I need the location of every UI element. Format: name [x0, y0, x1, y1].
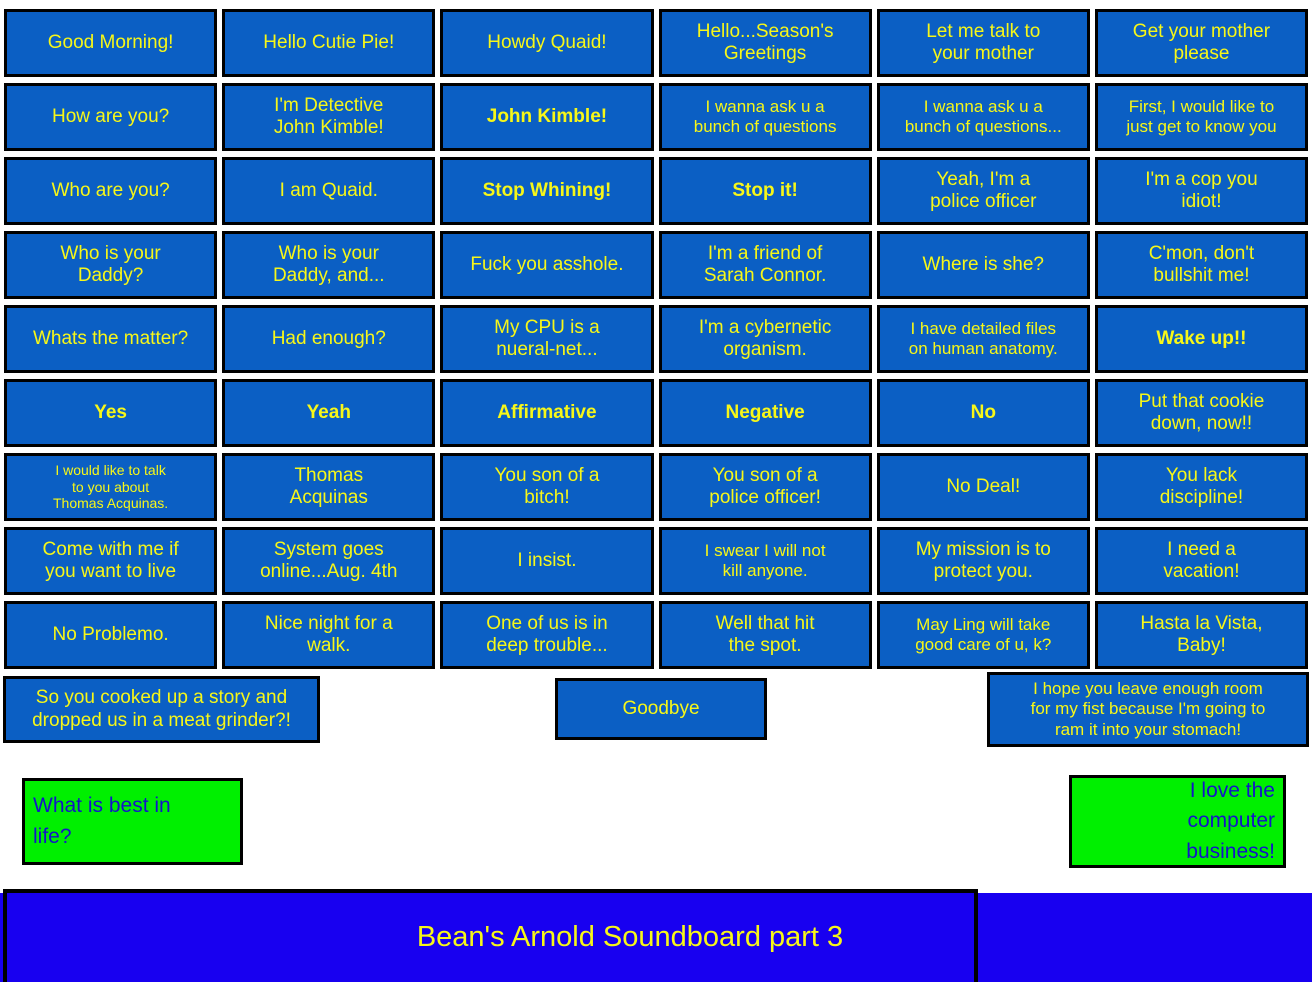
sound-button[interactable]: No: [876, 379, 1090, 447]
sound-button[interactable]: I am Quaid.: [222, 157, 436, 225]
sound-button[interactable]: Hasta la Vista, Baby!: [1094, 601, 1309, 669]
soundboard-row: No Problemo. Nice night for a walk. One of…: [4, 601, 1309, 669]
sound-button[interactable]: Had enough?: [222, 305, 436, 373]
soundboard-row: Whats the matter? Had enough? My CPU is a …: [4, 305, 1309, 373]
sound-button[interactable]: Wake up!!: [1094, 305, 1309, 373]
sound-button[interactable]: Stop it!: [658, 157, 872, 225]
sound-button-computer-business[interactable]: I love the computer business!: [1069, 775, 1286, 868]
sound-button-goodbye[interactable]: Goodbye: [555, 678, 767, 740]
sound-button[interactable]: You son of a bitch!: [440, 453, 654, 521]
sound-button[interactable]: Good Morning!: [4, 9, 218, 77]
soundboard-row: Who are you? I am Quaid. Stop Whining! Stop…: [4, 157, 1309, 225]
soundboard-row: I would like to talk to you about Thomas…: [4, 453, 1309, 521]
sound-button[interactable]: I wanna ask u a bunch of questions: [658, 83, 872, 151]
sound-button[interactable]: Come with me if you want to live: [4, 527, 218, 595]
sound-button[interactable]: No Problemo.: [4, 601, 218, 669]
sound-button[interactable]: Nice night for a walk.: [222, 601, 436, 669]
sound-button[interactable]: I'm a friend of Sarah Connor.: [658, 231, 872, 299]
sound-button[interactable]: Yes: [4, 379, 218, 447]
sound-button[interactable]: C'mon, don't bullshit me!: [1094, 231, 1309, 299]
sound-button[interactable]: Let me talk to your mother: [876, 9, 1090, 77]
sound-button[interactable]: I'm a cop you idiot!: [1094, 157, 1309, 225]
sound-button[interactable]: How are you?: [4, 83, 218, 151]
sound-button[interactable]: Whats the matter?: [4, 305, 218, 373]
soundboard-row: How are you? I'm Detective John Kimble! Jo…: [4, 83, 1309, 151]
sound-button-fist[interactable]: I hope you leave enough room for my fist…: [987, 672, 1309, 747]
sound-button[interactable]: My mission is to protect you.: [876, 527, 1090, 595]
soundboard-row: Good Morning! Hello Cutie Pie! Howdy Quaid…: [4, 9, 1309, 77]
sound-button[interactable]: Who is your Daddy, and...: [222, 231, 436, 299]
sound-button[interactable]: I have detailed files on human anatomy.: [876, 305, 1090, 373]
sound-button[interactable]: No Deal!: [876, 453, 1090, 521]
sound-button[interactable]: Yeah: [222, 379, 436, 447]
sound-button[interactable]: I would like to talk to you about Thomas…: [4, 453, 218, 521]
soundboard-row: Yes Yeah Affirmative Negative No Put that coo…: [4, 379, 1309, 447]
sound-button[interactable]: Affirmative: [440, 379, 654, 447]
sound-button[interactable]: I need a vacation!: [1094, 527, 1309, 595]
sound-button[interactable]: I swear I will not kill anyone.: [658, 527, 872, 595]
sound-button[interactable]: Well that hit the spot.: [658, 601, 872, 669]
sound-button[interactable]: I insist.: [440, 527, 654, 595]
sound-button[interactable]: Thomas Acquinas: [222, 453, 436, 521]
sound-button[interactable]: First, I would like to just get to know …: [1094, 83, 1309, 151]
sound-button[interactable]: Hello Cutie Pie!: [222, 9, 436, 77]
sound-button[interactable]: I'm a cybernetic organism.: [658, 305, 872, 373]
sound-button[interactable]: Stop Whining!: [440, 157, 654, 225]
sound-button[interactable]: Who is your Daddy?: [4, 231, 218, 299]
sound-button[interactable]: Put that cookie down, now!!: [1094, 379, 1309, 447]
sound-button[interactable]: System goes online...Aug. 4th: [222, 527, 436, 595]
sound-button[interactable]: Get your mother please: [1094, 9, 1309, 77]
sound-button[interactable]: You son of a police officer!: [658, 453, 872, 521]
sound-button[interactable]: Negative: [658, 379, 872, 447]
soundboard-grid: Good Morning! Hello Cutie Pie! Howdy Quaid…: [4, 9, 1309, 675]
sound-button[interactable]: Howdy Quaid!: [440, 9, 654, 77]
sound-button-meat-grinder[interactable]: So you cooked up a story and dropped us …: [3, 676, 320, 743]
sound-button[interactable]: Hello...Season's Greetings: [658, 9, 872, 77]
sound-button[interactable]: Who are you?: [4, 157, 218, 225]
sound-button[interactable]: May Ling will take good care of u, k?: [876, 601, 1090, 669]
sound-button-best-in-life[interactable]: What is best in life?: [22, 778, 243, 865]
sound-button[interactable]: One of us is in deep trouble...: [440, 601, 654, 669]
sound-button[interactable]: Fuck you asshole.: [440, 231, 654, 299]
sound-button[interactable]: John Kimble!: [440, 83, 654, 151]
sound-button[interactable]: Where is she?: [876, 231, 1090, 299]
soundboard-row: Come with me if you want to live System g…: [4, 527, 1309, 595]
sound-button[interactable]: My CPU is a nueral-net...: [440, 305, 654, 373]
sound-button[interactable]: I wanna ask u a bunch of questions...: [876, 83, 1090, 151]
sound-button[interactable]: Yeah, I'm a police officer: [876, 157, 1090, 225]
footer-banner: [3, 889, 978, 982]
sound-button[interactable]: You lack discipline!: [1094, 453, 1309, 521]
soundboard-row: Who is your Daddy? Who is your Daddy, and…: [4, 231, 1309, 299]
sound-button[interactable]: I'm Detective John Kimble!: [222, 83, 436, 151]
